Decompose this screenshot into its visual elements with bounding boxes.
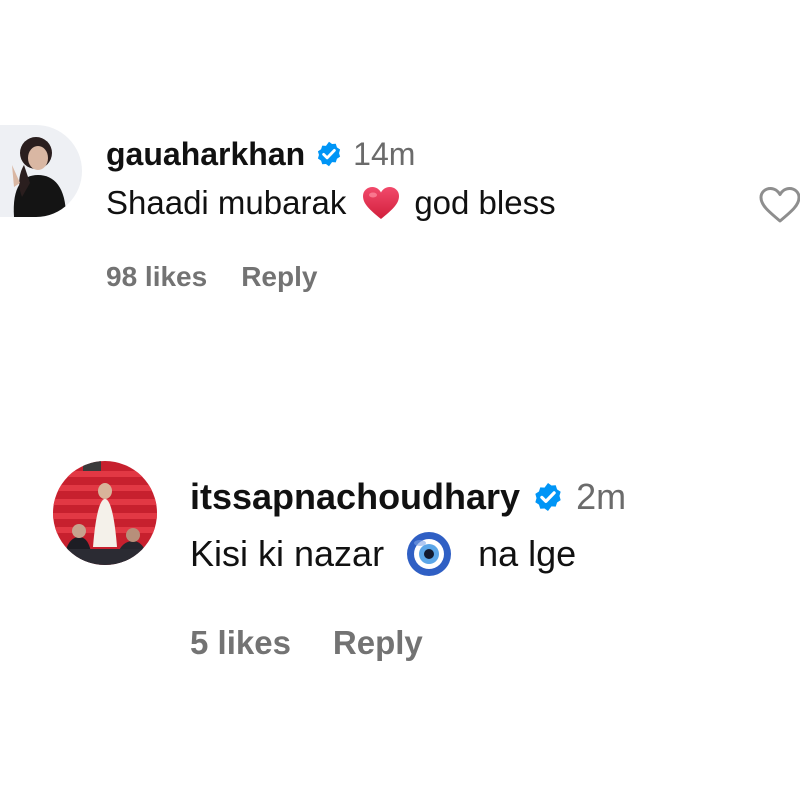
nazar-evil-eye-emoji-icon: [406, 531, 452, 577]
verified-badge-icon: [532, 481, 564, 513]
username-link[interactable]: itssapnachoudhary: [190, 476, 520, 518]
avatar[interactable]: [53, 461, 157, 565]
comment-text-part: Shaadi mubarak: [106, 184, 347, 221]
username-link[interactable]: gauaharkhan: [106, 136, 305, 173]
comment-text-part: na lge: [478, 533, 577, 574]
like-heart-icon[interactable]: [758, 186, 800, 224]
likes-count[interactable]: 98 likes: [106, 261, 207, 293]
comment-meta: 98 likes Reply: [106, 257, 317, 297]
comment-header: itssapnachoudhary 2m: [190, 474, 626, 520]
comment-text: Kisi ki nazar na lge: [190, 531, 576, 577]
reply-button[interactable]: Reply: [241, 261, 317, 293]
comment-meta: 5 likes Reply: [190, 620, 423, 666]
heart-emoji-icon: [362, 186, 400, 220]
comment-timestamp[interactable]: 14m: [353, 136, 415, 173]
verified-badge-icon: [315, 140, 343, 168]
comment-header: gauaharkhan 14m: [106, 134, 415, 174]
comment-text-part: god bless: [414, 184, 556, 221]
avatar[interactable]: [0, 125, 82, 217]
likes-count[interactable]: 5 likes: [190, 624, 291, 662]
comment-text: Shaadi mubarak god bless: [106, 183, 556, 223]
comment-text-part: Kisi ki nazar: [190, 533, 385, 574]
comment-timestamp[interactable]: 2m: [576, 476, 626, 518]
reply-button[interactable]: Reply: [333, 624, 423, 662]
